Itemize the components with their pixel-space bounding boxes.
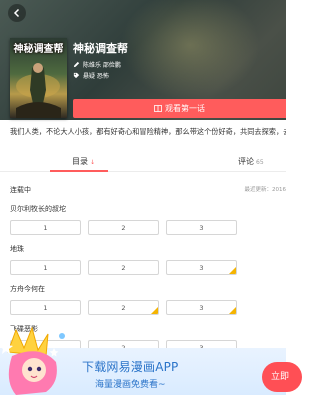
tab-comments[interactable]: 评论 65	[238, 156, 264, 167]
tab-bar: 目录 ↓ 评论 65	[0, 152, 286, 172]
locked-corner-icon	[151, 307, 158, 314]
episode-label: 1	[43, 263, 48, 272]
episode-button[interactable]: 1	[10, 260, 81, 275]
episode-label: 2	[121, 263, 126, 272]
episode-label: 2	[121, 303, 126, 312]
episode-button[interactable]: 2	[88, 220, 159, 235]
pen-icon	[73, 61, 80, 68]
episode-button[interactable]: 3	[166, 300, 237, 315]
open-app-button[interactable]: 立即	[262, 362, 302, 392]
episode-button[interactable]: 3	[166, 260, 237, 275]
locked-corner-icon	[229, 307, 236, 314]
episode-label: 1	[43, 303, 48, 312]
chevron-left-icon	[13, 8, 20, 18]
serial-status: 连载中	[10, 186, 31, 194]
comments-count: 65	[256, 159, 264, 166]
tags-row: 悬疑 恐怖	[73, 71, 109, 80]
episode-button[interactable]: 2	[88, 260, 159, 275]
genre-tags: 悬疑 恐怖	[83, 73, 109, 80]
back-button[interactable]	[8, 4, 26, 22]
tab-directory[interactable]: 目录 ↓	[72, 156, 95, 167]
watch-first-episode-label: 观看第一话	[165, 104, 205, 113]
tab-directory-label: 目录	[72, 157, 88, 166]
cover-title: 神秘调查帮	[13, 44, 64, 55]
author-names: 陈维乐 邵俭鹏	[83, 62, 121, 69]
episode-button[interactable]: 3	[166, 220, 237, 235]
comic-title: 神秘调查帮	[73, 42, 128, 55]
sort-arrow-icon: ↓	[90, 159, 96, 166]
episode-button[interactable]: 1	[10, 300, 81, 315]
banner-subtitle: 海量漫画免费看~	[95, 380, 166, 390]
banner-headline: 下载网易漫画APP	[82, 360, 179, 374]
episode-label: 3	[199, 303, 204, 312]
tab-comments-label: 评论	[238, 157, 254, 166]
last-updated: 最近更新：2016	[244, 187, 287, 193]
episode-button[interactable]: 1	[10, 220, 81, 235]
locked-corner-icon	[229, 267, 236, 274]
watch-first-episode-button[interactable]: 观看第一话	[73, 99, 286, 118]
book-icon	[154, 105, 162, 112]
episode-button[interactable]: 2	[88, 300, 159, 315]
tag-icon	[73, 72, 80, 79]
active-tab-underline	[50, 170, 108, 172]
comic-description: 我们人类，不论大人小孩，都有好奇心和冒险精神，那么带这个份好奇，共同去探索，去发…	[10, 127, 286, 136]
section-title: 地珠	[10, 245, 24, 253]
comic-cover[interactable]: 神秘调查帮	[10, 38, 67, 118]
author-row: 陈维乐 邵俭鹏	[73, 60, 121, 69]
section-title: 贝尔利牧长的叔坨	[10, 205, 66, 213]
section-title: 方舟今何在	[10, 285, 45, 293]
episode-label: 3	[199, 263, 204, 272]
mascot-illustration	[0, 326, 65, 395]
